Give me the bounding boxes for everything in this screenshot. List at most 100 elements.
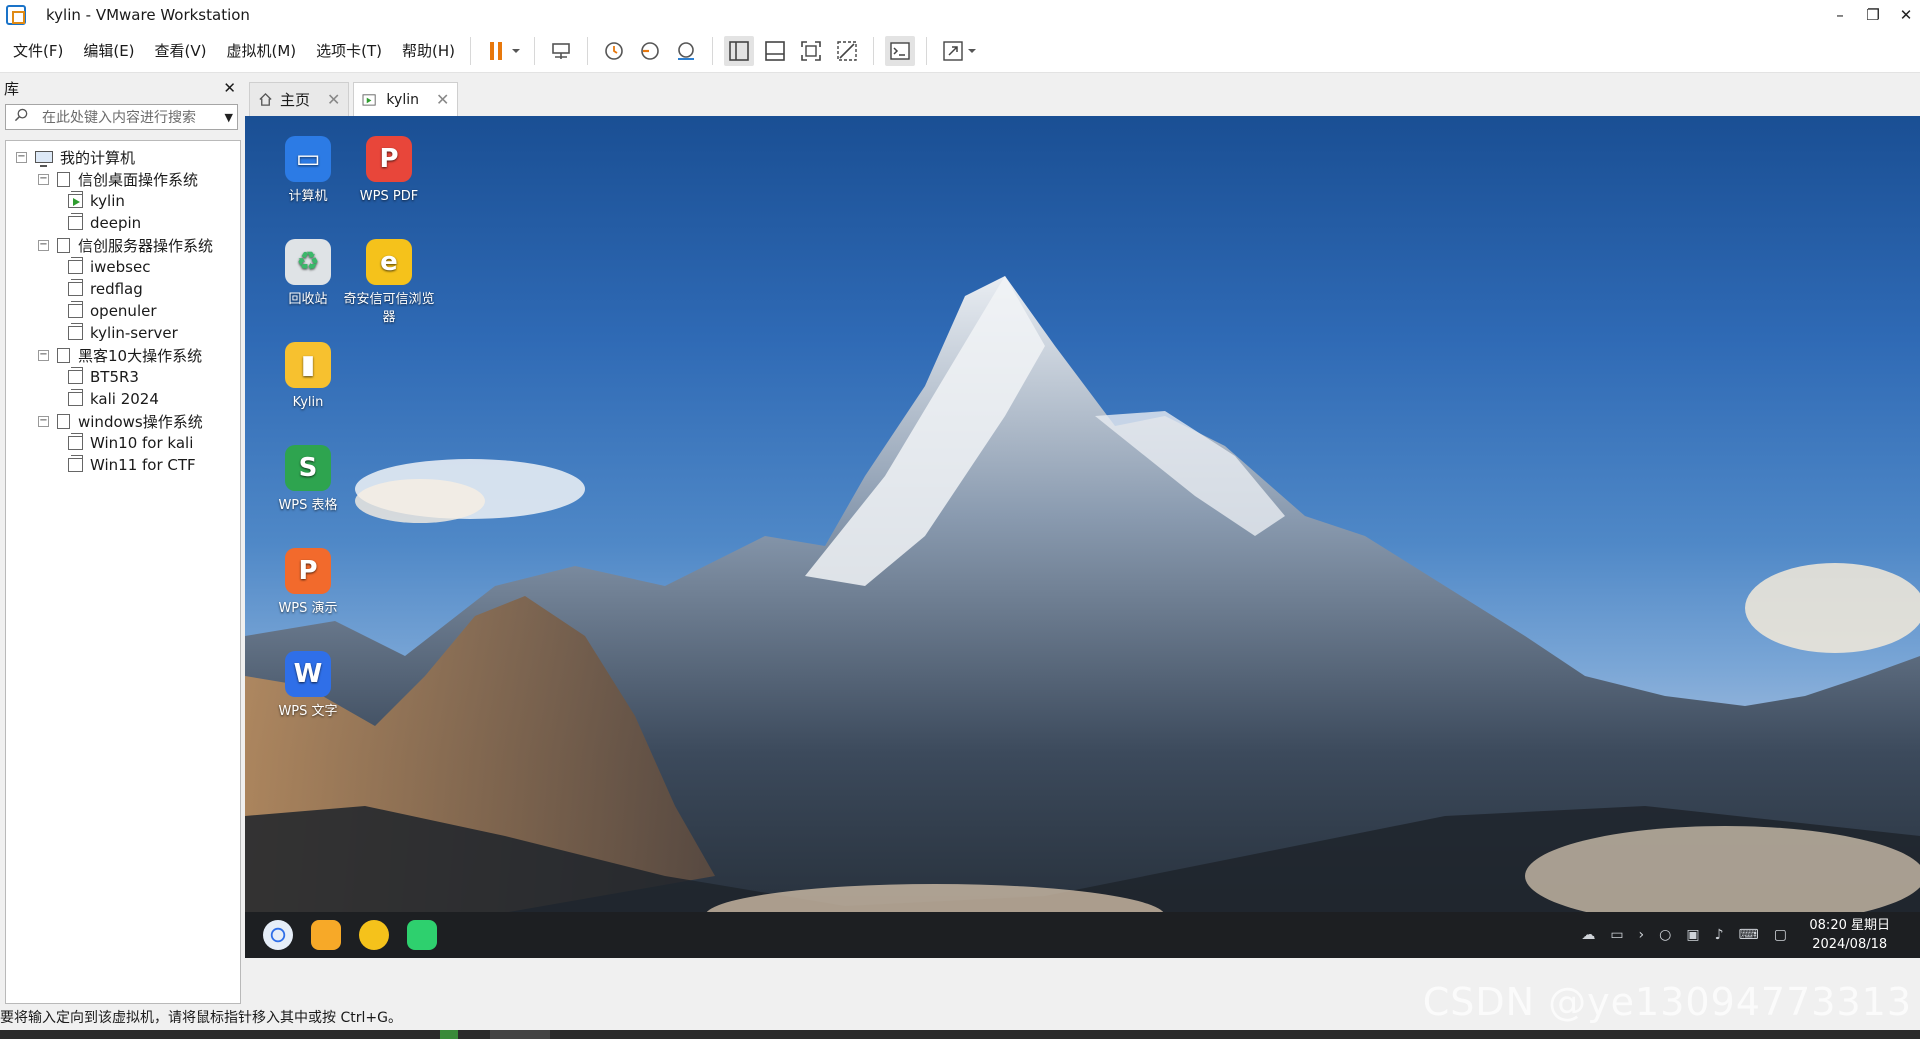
tree-item-label: kylin-server (90, 324, 178, 342)
desktop-icon-wps-writer[interactable]: W WPS 文字 (260, 651, 356, 721)
tree-item-label: 我的计算机 (60, 148, 136, 167)
toolbar-separator (712, 36, 714, 65)
power-dropdown[interactable] (509, 36, 523, 66)
tree-item-iwebsec[interactable]: iwebsec (6, 256, 240, 278)
start-menu-icon[interactable] (263, 920, 293, 950)
tab-home-close-icon[interactable]: ✕ (327, 90, 340, 109)
menu-help[interactable]: 帮助(H) (389, 40, 462, 61)
collapse-icon[interactable]: − (16, 151, 27, 163)
csdn-watermark: CSDN @ye13094773313 (1422, 980, 1912, 1024)
menu-tabs[interactable]: 选项卡(T) (303, 40, 389, 61)
desktop-icon-folder[interactable]: ▮ Kylin (260, 342, 356, 412)
snapshot-manager-button[interactable] (671, 36, 701, 66)
tree-item-bt5r3[interactable]: BT5R3 (6, 366, 240, 388)
collapse-icon[interactable]: − (38, 239, 49, 251)
clipboard-icon[interactable]: ▭ (1610, 927, 1623, 943)
console-view-button[interactable] (885, 35, 916, 66)
tray-expand-icon[interactable]: › (1639, 927, 1645, 943)
tab-home[interactable]: 主页 ✕ (249, 82, 350, 116)
desktop-icon-wps-sheet[interactable]: S WPS 表格 (260, 445, 356, 515)
show-thumbnail-bar-button[interactable] (760, 36, 790, 66)
folder-icon: ▮ (285, 342, 331, 388)
revert-snapshot-button[interactable] (635, 36, 665, 66)
desktop-icon-wps-slides[interactable]: P WPS 演示 (260, 548, 356, 618)
guest-clock[interactable]: 08:20 星期日 2024/08/18 (1809, 916, 1890, 954)
tree-item-kylin[interactable]: kylin (6, 190, 240, 212)
software-store-taskbar-icon[interactable] (407, 920, 437, 950)
menu-file[interactable]: 文件(F) (0, 40, 70, 61)
vm-console[interactable]: ▭ 计算机 P WPS PDF ♻ 回收站 e 奇安信可信浏览器 ▮ Kylin S WPS 表格 P W… (245, 116, 1920, 1004)
toolbar-separator (470, 36, 472, 65)
unity-mode-button[interactable] (832, 36, 862, 66)
search-icon[interactable]: ○ (1659, 927, 1671, 943)
tree-item-label: Win11 for CTF (90, 456, 196, 474)
pause-button[interactable] (482, 36, 512, 66)
collapse-icon[interactable]: − (38, 415, 49, 427)
library-tree: − 我的计算机 − 信创桌面操作系统 kylin deepin − 信创服务器操作系统 iweb… (5, 140, 241, 1004)
vm-icon (68, 433, 83, 450)
vmware-app-icon (6, 4, 26, 25)
vm-icon (68, 389, 83, 406)
browser-taskbar-icon[interactable] (359, 920, 389, 950)
tab-kylin-close-icon[interactable]: ✕ (436, 90, 449, 109)
vm-icon (68, 455, 83, 472)
tree-item-deepin[interactable]: deepin (6, 212, 240, 234)
tab-bar: 主页 ✕ kylin ✕ (245, 74, 1920, 116)
desktop-icon-label: 奇安信可信浏览器 (343, 292, 435, 325)
tree-item-黑客10大操作系统[interactable]: − 黑客10大操作系统 (6, 344, 240, 366)
chevron-down-icon (512, 48, 521, 53)
tree-item-kylin-server[interactable]: kylin-server (6, 322, 240, 344)
notification-icon[interactable]: ▢ (1774, 927, 1787, 943)
close-button[interactable]: ✕ (1886, 0, 1920, 29)
desktop-icon-browser[interactable]: e 奇安信可信浏览器 (341, 239, 437, 327)
menu-view[interactable]: 查看(V) (142, 40, 214, 61)
show-library-button[interactable] (724, 35, 755, 66)
tree-item-label: 黑客10大操作系统 (78, 346, 203, 365)
snapshot-button[interactable] (599, 36, 629, 66)
volume-icon[interactable]: ♪ (1715, 927, 1724, 943)
file-manager-taskbar-icon[interactable] (311, 920, 341, 950)
bottom-strip (0, 1030, 1920, 1039)
folder-icon (57, 171, 70, 187)
library-search-field[interactable]: 在此处键入内容进行搜索 ▼ (5, 104, 238, 130)
menu-edit[interactable]: 编辑(E) (70, 40, 141, 61)
tree-item-我的计算机[interactable]: − 我的计算机 (6, 146, 240, 168)
cloud-icon[interactable]: ☁ (1581, 927, 1595, 943)
toolbar-separator (873, 36, 875, 65)
stretch-guest-button[interactable] (938, 36, 968, 66)
collapse-icon[interactable]: − (38, 173, 49, 185)
tree-item-redflag[interactable]: redflag (6, 278, 240, 300)
tree-item-label: kylin (90, 192, 125, 210)
search-dropdown-icon[interactable]: ▼ (225, 111, 233, 124)
toolbar-separator (587, 36, 589, 65)
tree-item-信创桌面操作系统[interactable]: − 信创桌面操作系统 (6, 168, 240, 190)
network-icon[interactable]: ▣ (1686, 927, 1699, 943)
vm-icon (68, 323, 83, 340)
send-ctrl-alt-del-button[interactable] (546, 36, 576, 66)
vm-icon (68, 257, 83, 274)
desktop-icon-wps-pdf[interactable]: P WPS PDF (341, 136, 437, 206)
folder-icon (57, 237, 70, 253)
tree-item-win10-for-kali[interactable]: Win10 for kali (6, 432, 240, 454)
vm-icon (68, 367, 83, 384)
tree-item-win11-for-ctf[interactable]: Win11 for CTF (6, 454, 240, 476)
wps-sheet-icon: S (285, 445, 331, 491)
menu-vm[interactable]: 虚拟机(M) (214, 40, 304, 61)
send-keys-icon (552, 42, 570, 59)
vm-icon (68, 213, 83, 230)
library-close-button[interactable]: ✕ (223, 79, 236, 97)
library-panel-icon (729, 40, 749, 61)
tree-item-openuler[interactable]: openuler (6, 300, 240, 322)
collapse-icon[interactable]: − (38, 349, 49, 361)
tree-item-windows操作系统[interactable]: − windows操作系统 (6, 410, 240, 432)
keyboard-icon[interactable]: ⌨ (1739, 927, 1759, 943)
tree-item-信创服务器操作系统[interactable]: − 信创服务器操作系统 (6, 234, 240, 256)
stretch-dropdown[interactable] (965, 36, 979, 66)
vm-running-icon (362, 94, 377, 106)
desktop-icon-label: Kylin (292, 395, 324, 410)
tab-kylin[interactable]: kylin ✕ (353, 82, 459, 116)
tree-item-kali-2024[interactable]: kali 2024 (6, 388, 240, 410)
folder-icon (57, 413, 70, 429)
tree-item-label: BT5R3 (90, 368, 139, 386)
full-screen-button[interactable] (796, 36, 826, 66)
